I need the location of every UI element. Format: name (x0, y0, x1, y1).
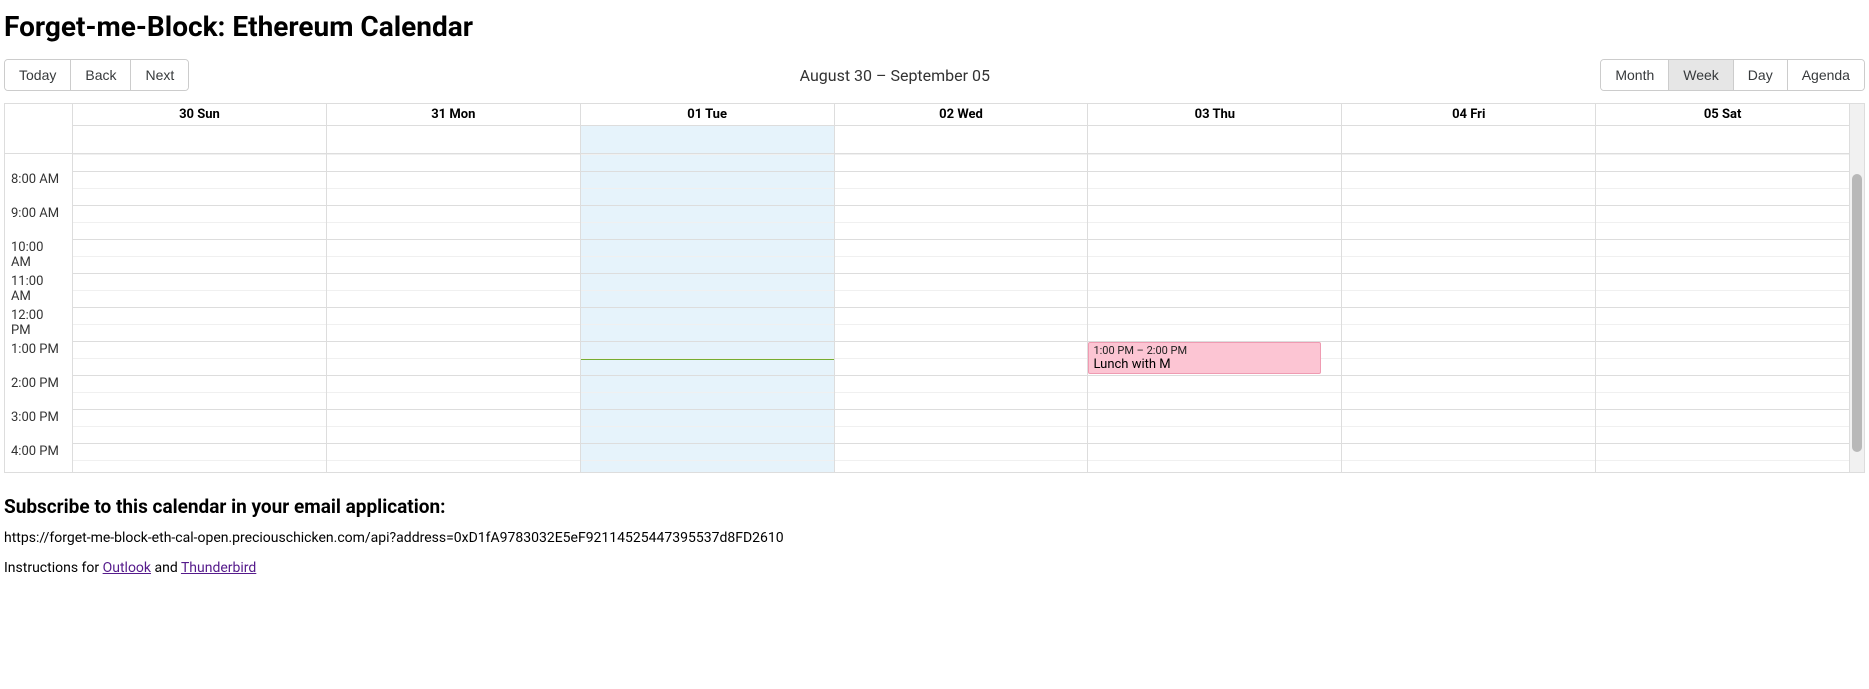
allday-row[interactable] (327, 126, 580, 154)
day-body[interactable] (581, 154, 834, 472)
day-header: 03 Thu (1088, 104, 1341, 126)
day-column[interactable]: 02 Wed (835, 104, 1089, 472)
hour-label: 7:00 AM (5, 154, 72, 172)
instructions-prefix: Instructions for (4, 560, 103, 576)
calendar-grid: 7:00 AM8:00 AM9:00 AM10:00 AM11:00 AM12:… (4, 103, 1865, 473)
view-month-button[interactable]: Month (1601, 60, 1669, 90)
day-body[interactable] (1596, 154, 1849, 472)
day-column[interactable]: 05 Sat (1596, 104, 1849, 472)
hour-label: 12:00 PM (5, 308, 72, 342)
day-body[interactable] (327, 154, 580, 472)
view-button-group: Month Week Day Agenda (1600, 59, 1865, 91)
days-container: 30 Sun31 Mon01 Tue02 Wed03 Thu 1:00 PM – … (73, 104, 1849, 472)
calendar-event[interactable]: 1:00 PM – 2:00 PMLunch with M (1088, 342, 1321, 374)
hour-label: 9:00 AM (5, 206, 72, 240)
hour-label: 3:00 PM (5, 410, 72, 444)
subscribe-heading: Subscribe to this calendar in your email… (4, 495, 1865, 518)
page-title: Forget-me-Block: Ethereum Calendar (4, 10, 1865, 43)
allday-row[interactable] (73, 126, 326, 154)
scrollbar-thumb[interactable] (1852, 174, 1862, 452)
hour-label: 11:00 AM (5, 274, 72, 308)
allday-row[interactable] (835, 126, 1088, 154)
event-title: Lunch with M (1093, 357, 1316, 372)
day-column[interactable]: 01 Tue (581, 104, 835, 472)
hour-label: 2:00 PM (5, 376, 72, 410)
hour-label: 1:00 PM (5, 342, 72, 376)
event-time: 1:00 PM – 2:00 PM (1093, 344, 1316, 357)
day-column[interactable]: 31 Mon (327, 104, 581, 472)
day-column[interactable]: 03 Thu 1:00 PM – 2:00 PMLunch with M (1088, 104, 1342, 472)
view-agenda-button[interactable]: Agenda (1788, 60, 1864, 90)
outlook-link[interactable]: Outlook (103, 560, 151, 576)
instructions-line: Instructions for Outlook and Thunderbird (4, 560, 1865, 576)
current-time-indicator (581, 359, 834, 360)
hour-label: 10:00 AM (5, 240, 72, 274)
day-column[interactable]: 04 Fri (1342, 104, 1596, 472)
view-week-button[interactable]: Week (1669, 60, 1734, 90)
day-body[interactable] (835, 154, 1088, 472)
date-range-label: August 30 – September 05 (800, 66, 990, 85)
back-button[interactable]: Back (71, 60, 131, 90)
today-button[interactable]: Today (5, 60, 71, 90)
nav-button-group: Today Back Next (4, 59, 189, 91)
day-header: 30 Sun (73, 104, 326, 126)
day-header: 04 Fri (1342, 104, 1595, 126)
view-day-button[interactable]: Day (1734, 60, 1788, 90)
allday-row[interactable] (1596, 126, 1849, 154)
calendar-scrollbar[interactable] (1849, 104, 1864, 472)
subscribe-url: https://forget-me-block-eth-cal-open.pre… (4, 530, 1865, 546)
day-body[interactable] (1342, 154, 1595, 472)
day-column[interactable]: 30 Sun (73, 104, 327, 472)
day-body[interactable]: 1:00 PM – 2:00 PMLunch with M (1088, 154, 1341, 472)
day-header: 05 Sat (1596, 104, 1849, 126)
day-header: 31 Mon (327, 104, 580, 126)
day-header: 02 Wed (835, 104, 1088, 126)
day-body[interactable] (73, 154, 326, 472)
next-button[interactable]: Next (131, 60, 188, 90)
thunderbird-link[interactable]: Thunderbird (181, 560, 256, 576)
hour-label: 8:00 AM (5, 172, 72, 206)
allday-row[interactable] (1342, 126, 1595, 154)
hour-label: 4:00 PM (5, 444, 72, 472)
allday-row[interactable] (1088, 126, 1341, 154)
allday-row[interactable] (581, 126, 834, 154)
calendar-toolbar: Today Back Next August 30 – September 05… (4, 59, 1865, 91)
day-header: 01 Tue (581, 104, 834, 126)
instructions-and: and (151, 560, 181, 576)
time-gutter: 7:00 AM8:00 AM9:00 AM10:00 AM11:00 AM12:… (5, 104, 73, 472)
